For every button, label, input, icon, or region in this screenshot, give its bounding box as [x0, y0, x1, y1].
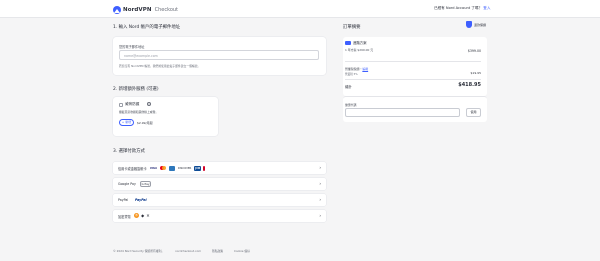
info-icon[interactable]: i [147, 102, 151, 106]
nordvpn-mountain-icon [113, 5, 121, 14]
plan-icon [345, 41, 351, 45]
payment-method-paypal[interactable]: PayPal PayPal › [113, 194, 326, 206]
jcb-icon: JCB [194, 165, 202, 171]
signin-prompt: 已經有 Nord Account 了嗎？ 登入 [434, 6, 490, 11]
payment-method-card[interactable]: 信用卡或金融簽帳卡 VISA DISCOVER JCB › [113, 162, 326, 174]
addon-card: 威脅防護 i 攔截惡意軟體和其他線上威脅。 + 新增 $2.99/月起 [113, 97, 218, 136]
ripple-icon: ✕ [146, 213, 150, 218]
threat-protection-checkbox[interactable] [119, 103, 123, 107]
addon-price: $2.99/月起 [137, 121, 153, 125]
plan-price: $399.00 [467, 49, 481, 53]
tax-line: 營業稅稅額・編輯 [345, 67, 368, 71]
coupon-input[interactable] [345, 108, 460, 117]
shield-icon [466, 21, 472, 28]
email-note: 若您沒有 NordVPN 帳號，我們將使用此電子郵件建立一個帳號。 [119, 64, 201, 68]
email-placeholder: name@example.com [124, 54, 158, 58]
apply-coupon-button[interactable]: 使用 [466, 108, 481, 117]
signin-prefix: 已經有 Nord Account 了嗎？ [434, 6, 483, 10]
card-brands: VISA DISCOVER JCB [149, 165, 206, 171]
payment-section-title: 3. 選擇付款方式 [113, 149, 145, 154]
payment-method-label: Google Pay [118, 182, 136, 186]
footer: © 2024 Nord Security 保留所有權利。 nordcheckou… [113, 249, 260, 253]
tax-amount: $19.95 [470, 71, 482, 75]
chevron-right-icon: › [319, 181, 321, 186]
payment-method-label: PayPal [118, 198, 129, 202]
nordvpn-logo[interactable]: NordVPN Checkout [113, 5, 178, 14]
crypto-icons: ₿ ◆ ✕ [134, 213, 150, 218]
chevron-right-icon: › [319, 213, 321, 218]
ethereum-icon: ◆ [141, 213, 145, 218]
discover-icon: DISCOVER [177, 166, 192, 170]
order-summary-title: 訂單摘要 [343, 25, 361, 30]
mastercard-icon [159, 166, 167, 171]
footer-cookie-link[interactable]: Cookie 偏好 [234, 249, 250, 253]
addon-name: 威脅防護 [125, 102, 140, 106]
email-card: 您的電子郵件地址 name@example.com 若您沒有 NordVPN 帳… [113, 37, 326, 75]
total-value: $418.95 [458, 82, 481, 88]
addon-section-title: 2. 新增額外服務 (可選) [113, 87, 159, 92]
visa-icon: VISA [150, 166, 157, 170]
divider [345, 79, 481, 80]
money-back-guarantee: 退款保證 [466, 21, 486, 28]
chevron-right-icon: › [319, 197, 321, 202]
coupon-label: 優惠代碼 [345, 103, 357, 107]
logo-text: NordVPN [123, 6, 152, 13]
amex-icon [168, 165, 175, 171]
paypal-icon: PayPal [135, 198, 147, 202]
footer-site-link[interactable]: nordcheckout.com [175, 249, 201, 253]
total-label: 總計 [345, 85, 352, 89]
unionpay-icon [203, 165, 206, 171]
plan-term: 1 年方案 $299.00 元 [345, 48, 374, 52]
payment-method-google-pay[interactable]: Google Pay G Pay › [113, 178, 326, 190]
footer-privacy-link[interactable]: 隱私政策 [212, 249, 223, 253]
add-threat-protection-button[interactable]: + 新增 [119, 119, 134, 126]
email-section-title: 1. 輸入 Nord 帳戶的電子郵件地址 [113, 25, 181, 30]
tax-rate: 營業稅 5% [345, 73, 358, 76]
bitcoin-icon: ₿ [134, 213, 139, 218]
footer-copyright: © 2024 Nord Security 保留所有權利。 [113, 249, 165, 253]
divider [345, 61, 481, 62]
plan-name: 進階方案 [353, 41, 367, 45]
chevron-right-icon: › [319, 165, 321, 170]
addon-description: 攔截惡意軟體和其他線上威脅。 [119, 110, 159, 114]
signin-link[interactable]: 登入 [483, 6, 490, 10]
google-pay-icon: G Pay [140, 181, 151, 187]
logo-subtitle: Checkout [154, 6, 179, 13]
payment-method-crypto[interactable]: 加密貨幣 ₿ ◆ ✕ › [113, 210, 326, 222]
top-bar: NordVPN Checkout 已經有 Nord Account 了嗎？ 登入 [0, 0, 600, 18]
email-field[interactable]: name@example.com [119, 50, 319, 60]
tax-label: 營業稅稅額・ [345, 67, 363, 71]
payment-method-label: 信用卡或金融簽帳卡 [118, 167, 147, 171]
email-label: 您的電子郵件地址 [119, 45, 145, 49]
order-summary-card: 進階方案 1 年方案 $299.00 元 $399.00 營業稅稅額・編輯 營業… [343, 37, 487, 96]
edit-tax-link[interactable]: 編輯 [362, 67, 368, 71]
coupon-card: 優惠代碼 使用 [343, 96, 487, 122]
payment-method-label: 加密貨幣 [118, 215, 131, 219]
guarantee-text: 退款保證 [474, 22, 487, 27]
